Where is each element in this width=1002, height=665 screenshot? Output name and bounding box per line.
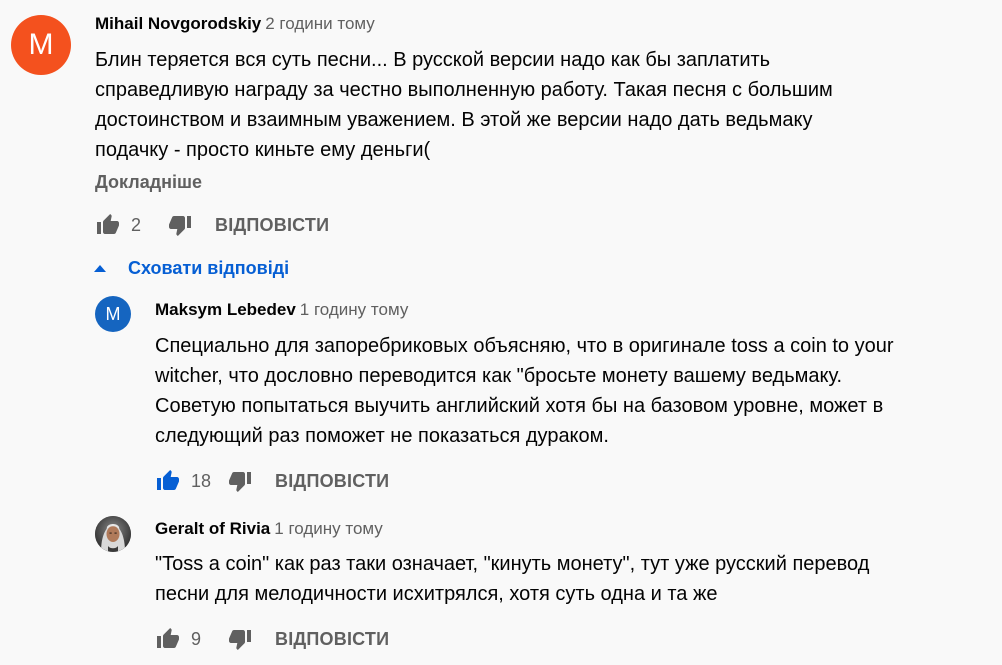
reply-text-line: witcher, что дословно переводится как "б…	[155, 365, 843, 387]
like-count: 2	[131, 214, 142, 235]
like-icon[interactable]	[155, 468, 181, 494]
like-count: 9	[191, 628, 202, 649]
dislike-icon[interactable]	[227, 626, 253, 652]
reply-time[interactable]: 1 годину тому	[274, 519, 383, 538]
read-more-link[interactable]: Докладніше	[95, 172, 202, 193]
avatar[interactable]: M	[95, 296, 131, 332]
comment-text-line: достоинством и взаимным уважением. В это…	[95, 109, 813, 131]
reply-text-line: "Toss a coin" как раз таки означает, "ки…	[155, 553, 870, 575]
geralt-portrait-icon	[95, 516, 131, 552]
reply-text-line: Советую попытаться выучить английский хо…	[155, 395, 884, 417]
reply-text-line: следующий раз поможет не показаться дура…	[155, 425, 609, 447]
dislike-icon[interactable]	[227, 468, 253, 494]
comment-text-line: Блин теряется вся суть песни... В русско…	[95, 49, 771, 71]
chevron-up-icon	[94, 265, 106, 272]
reply-author[interactable]: Maksym Lebedev	[155, 300, 296, 319]
avatar-letter: M	[105, 303, 121, 324]
comment-text-line: подачку - просто киньте ему деньги(	[95, 139, 431, 161]
comment-author[interactable]: Mihail Novgorodskiy	[95, 14, 261, 33]
reply-actions: 9 ВІДПОВІСТИ	[155, 624, 389, 654]
reply-text-line: Специально для запоребриковых объясняю, …	[155, 335, 894, 357]
reply-button[interactable]: ВІДПОВІСТИ	[215, 215, 329, 236]
hide-replies-button[interactable]: Сховати відповіді	[94, 254, 289, 282]
reply-header: Maksym Lebedev 1 годину тому	[155, 298, 408, 323]
reply-header: Geralt of Rivia 1 годину тому	[155, 517, 383, 542]
comment-time[interactable]: 2 години тому	[265, 14, 375, 33]
comment-text-line: справедливую награду за честно выполненн…	[95, 79, 833, 101]
comment-header: Mihail Novgorodskiy 2 години тому	[95, 12, 375, 37]
like-icon[interactable]	[95, 212, 121, 238]
reply-actions: 18 ВІДПОВІСТИ	[155, 466, 389, 496]
like-icon[interactable]	[155, 626, 181, 652]
reply-button[interactable]: ВІДПОВІСТИ	[275, 471, 389, 492]
reply-button[interactable]: ВІДПОВІСТИ	[275, 629, 389, 650]
reply-text-line: песни для мелодичности исхитрялся, хотя …	[155, 583, 718, 605]
avatar-letter: M	[28, 28, 54, 61]
hide-replies-label: Сховати відповіді	[128, 257, 290, 278]
reply-text: "Toss a coin" как раз таки означает, "ки…	[155, 549, 869, 609]
avatar[interactable]	[95, 516, 131, 552]
dislike-icon[interactable]	[167, 212, 193, 238]
reply-text: Специально для запоребриковых объясняю, …	[155, 331, 894, 451]
comment-actions: 2 ВІДПОВІСТИ	[95, 210, 329, 240]
comment-text: Блин теряется вся суть песни... В русско…	[95, 45, 833, 165]
reply-time[interactable]: 1 годину тому	[300, 300, 409, 319]
like-count: 18	[191, 470, 212, 491]
avatar[interactable]: M	[11, 15, 71, 75]
reply-author[interactable]: Geralt of Rivia	[155, 519, 270, 538]
